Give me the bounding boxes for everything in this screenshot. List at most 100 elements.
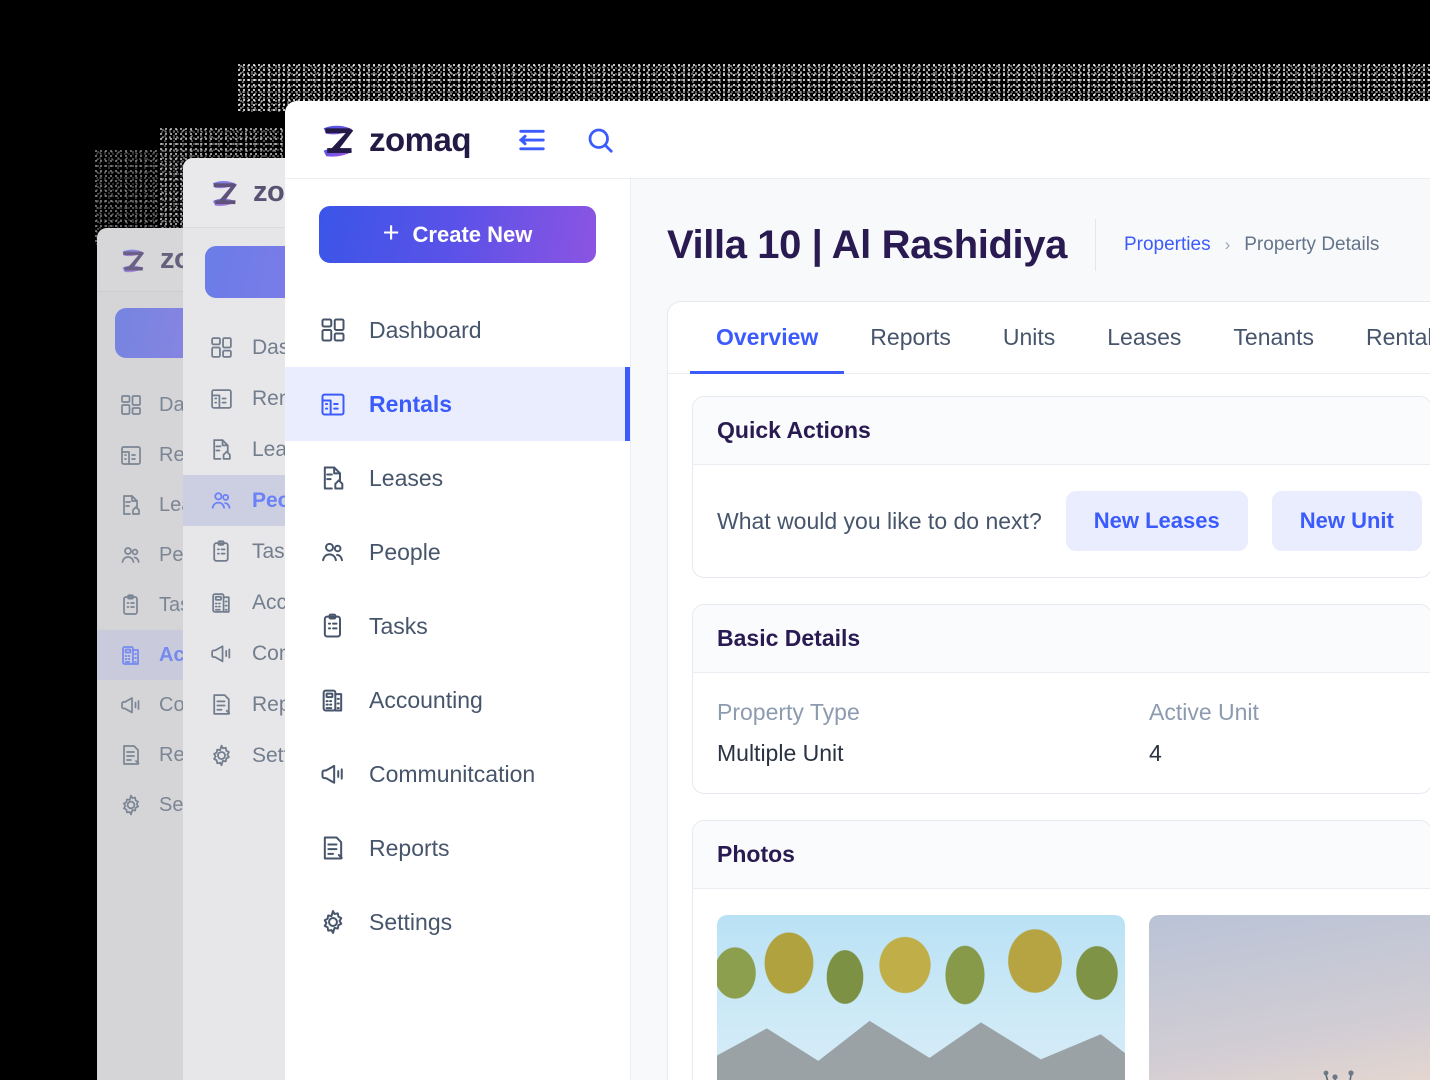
sidebar-item-label: Reports <box>369 834 450 861</box>
quick-actions-card: Quick Actions What would you like to do … <box>692 396 1430 578</box>
tab-reports[interactable]: Reports <box>844 302 977 374</box>
sidebar-item-label: Dashboard <box>369 316 482 343</box>
quick-actions-body: What would you like to do next? New Leas… <box>693 465 1430 577</box>
dashboard-grid-icon <box>211 337 232 358</box>
people-icon <box>211 492 231 509</box>
sidebar-item-settings[interactable]: Settings <box>285 885 630 959</box>
photos-card: Photos <box>692 820 1430 1080</box>
sidebar-item-accounting[interactable]: Accounting <box>285 663 630 737</box>
create-new-label: Create New <box>412 221 533 247</box>
tab-leases[interactable]: Leases <box>1081 302 1207 374</box>
lease-document-icon <box>213 439 231 460</box>
sidebar-item-label: Communitcation <box>369 760 536 787</box>
detail-panel: Overview Reports Units Leases Tenants Rental … <box>667 301 1430 1080</box>
field-value-property-type: Multiple Unit <box>717 740 844 766</box>
sidebar-item-communitcation[interactable]: Communitcation <box>285 737 630 811</box>
search-icon[interactable] <box>585 125 615 155</box>
breadcrumb-current: Property Details <box>1244 234 1380 255</box>
app-body: + Create New Dashboard Rentals Leases Peopl… <box>285 179 1430 1080</box>
gear-icon <box>213 744 230 767</box>
sidebar-item-label: Rentals <box>369 390 453 417</box>
property-photo-2[interactable] <box>1149 915 1430 1080</box>
photo2-bare-tree-icon <box>1323 1070 1354 1080</box>
tab-overview[interactable]: Overview <box>690 302 845 374</box>
nav-list: Dashboard Rentals Leases People Tasks Account… <box>285 293 630 959</box>
brand[interactable]: zomaq <box>320 120 472 159</box>
calculator-icon <box>322 689 343 712</box>
page-header: Villa 10 | Al Rashidiya Properties › Pro… <box>667 213 1430 277</box>
tab-tenants[interactable]: Tenants <box>1207 302 1340 374</box>
calculator-icon <box>122 646 139 665</box>
main-content: Villa 10 | Al Rashidiya Properties › Pro… <box>631 179 1430 1080</box>
megaphone-icon <box>121 697 140 714</box>
tab-rental[interactable]: Rental <box>1340 302 1430 374</box>
sidebar-item-reports[interactable]: Reports <box>285 811 630 885</box>
sidebar-item-dashboard[interactable]: Dashboard <box>285 293 630 367</box>
building-icon <box>121 446 141 465</box>
photo-gallery <box>717 915 1430 1080</box>
new-unit-button[interactable]: New Unit <box>1271 491 1422 551</box>
report-document-icon <box>123 745 140 765</box>
gear-icon <box>323 910 343 934</box>
basic-details-grid: Property Type Active Unit Multiple Unit … <box>717 699 1407 767</box>
clipboard-icon <box>323 613 341 638</box>
page-title: Villa 10 | Al Rashidiya <box>667 222 1067 267</box>
brand-wordmark: zomaq <box>369 120 472 158</box>
basic-details-card: Basic Details Property Type Active Unit … <box>692 604 1430 794</box>
create-new-button[interactable]: + Create New <box>319 206 596 263</box>
calculator-icon <box>212 593 230 613</box>
photos-heading: Photos <box>693 821 1430 889</box>
sidebar-item-label: People <box>369 538 441 565</box>
new-leases-button[interactable]: New Leases <box>1065 491 1248 551</box>
photo1-trees <box>717 915 1125 1033</box>
clipboard-icon <box>213 540 229 562</box>
building-icon <box>321 393 345 416</box>
quick-actions-heading: Quick Actions <box>693 397 1430 465</box>
field-label-active-unit: Active Unit <box>1149 699 1259 725</box>
sidebar-item-label: Accounting <box>369 686 483 713</box>
basic-details-heading: Basic Details <box>693 605 1430 673</box>
sidebar: + Create New Dashboard Rentals Leases Peopl… <box>285 179 631 1080</box>
people-icon <box>121 547 140 563</box>
sidebar-collapse-icon[interactable] <box>517 125 547 155</box>
app-topbar: zomaq <box>285 101 1430 179</box>
topbar-actions <box>517 125 615 155</box>
property-photo-1[interactable] <box>717 915 1125 1080</box>
sidebar-item-label: Leases <box>369 464 444 491</box>
z-logo-icon <box>122 249 145 272</box>
quick-actions-row: What would you like to do next? New Leas… <box>717 491 1422 551</box>
clipboard-icon <box>123 594 138 615</box>
megaphone-icon <box>211 645 231 663</box>
screenshot-stage: zomaq + Dashboard Rentals Leases People Task… <box>0 0 1430 1080</box>
chevron-right-icon: › <box>1224 235 1231 254</box>
window-front[interactable]: zomaq + Create New DashboardRentalsLea <box>285 101 1430 1080</box>
building-icon <box>211 389 232 409</box>
overview-panel: Quick Actions What would you like to do … <box>668 374 1430 1080</box>
dashboard-grid-icon <box>121 395 141 415</box>
sidebar-item-leases[interactable]: Leases <box>285 441 630 515</box>
plus-icon: + <box>382 216 400 249</box>
tab-bar: Overview Reports Units Leases Tenants Rental <box>668 302 1430 374</box>
quick-actions-prompt: What would you like to do next? <box>717 507 1042 534</box>
megaphone-icon <box>321 764 343 784</box>
sidebar-item-people[interactable]: People <box>285 515 630 589</box>
tab-units[interactable]: Units <box>977 302 1081 374</box>
header-divider <box>1094 219 1096 271</box>
lease-document-icon <box>123 495 140 515</box>
report-document-icon <box>323 836 343 860</box>
breadcrumb-properties[interactable]: Properties <box>1124 234 1211 256</box>
photo2-dusk-sky <box>1149 915 1430 1080</box>
field-value-active-unit: 4 <box>1149 740 1162 766</box>
sidebar-item-label: Tasks <box>369 612 428 639</box>
sidebar-item-label: Settings <box>369 908 453 935</box>
z-logo-icon <box>212 181 237 207</box>
field-label-property-type: Property Type <box>717 699 860 725</box>
sidebar-item-rentals[interactable]: Rentals <box>285 367 630 441</box>
gear-icon <box>123 794 139 816</box>
photos-body <box>693 889 1430 1080</box>
breadcrumb: Properties › Property Details <box>1124 234 1379 256</box>
dashboard-grid-icon <box>321 318 345 342</box>
sidebar-item-tasks[interactable]: Tasks <box>285 589 630 663</box>
lease-document-icon <box>323 466 344 490</box>
people-icon <box>322 542 343 562</box>
